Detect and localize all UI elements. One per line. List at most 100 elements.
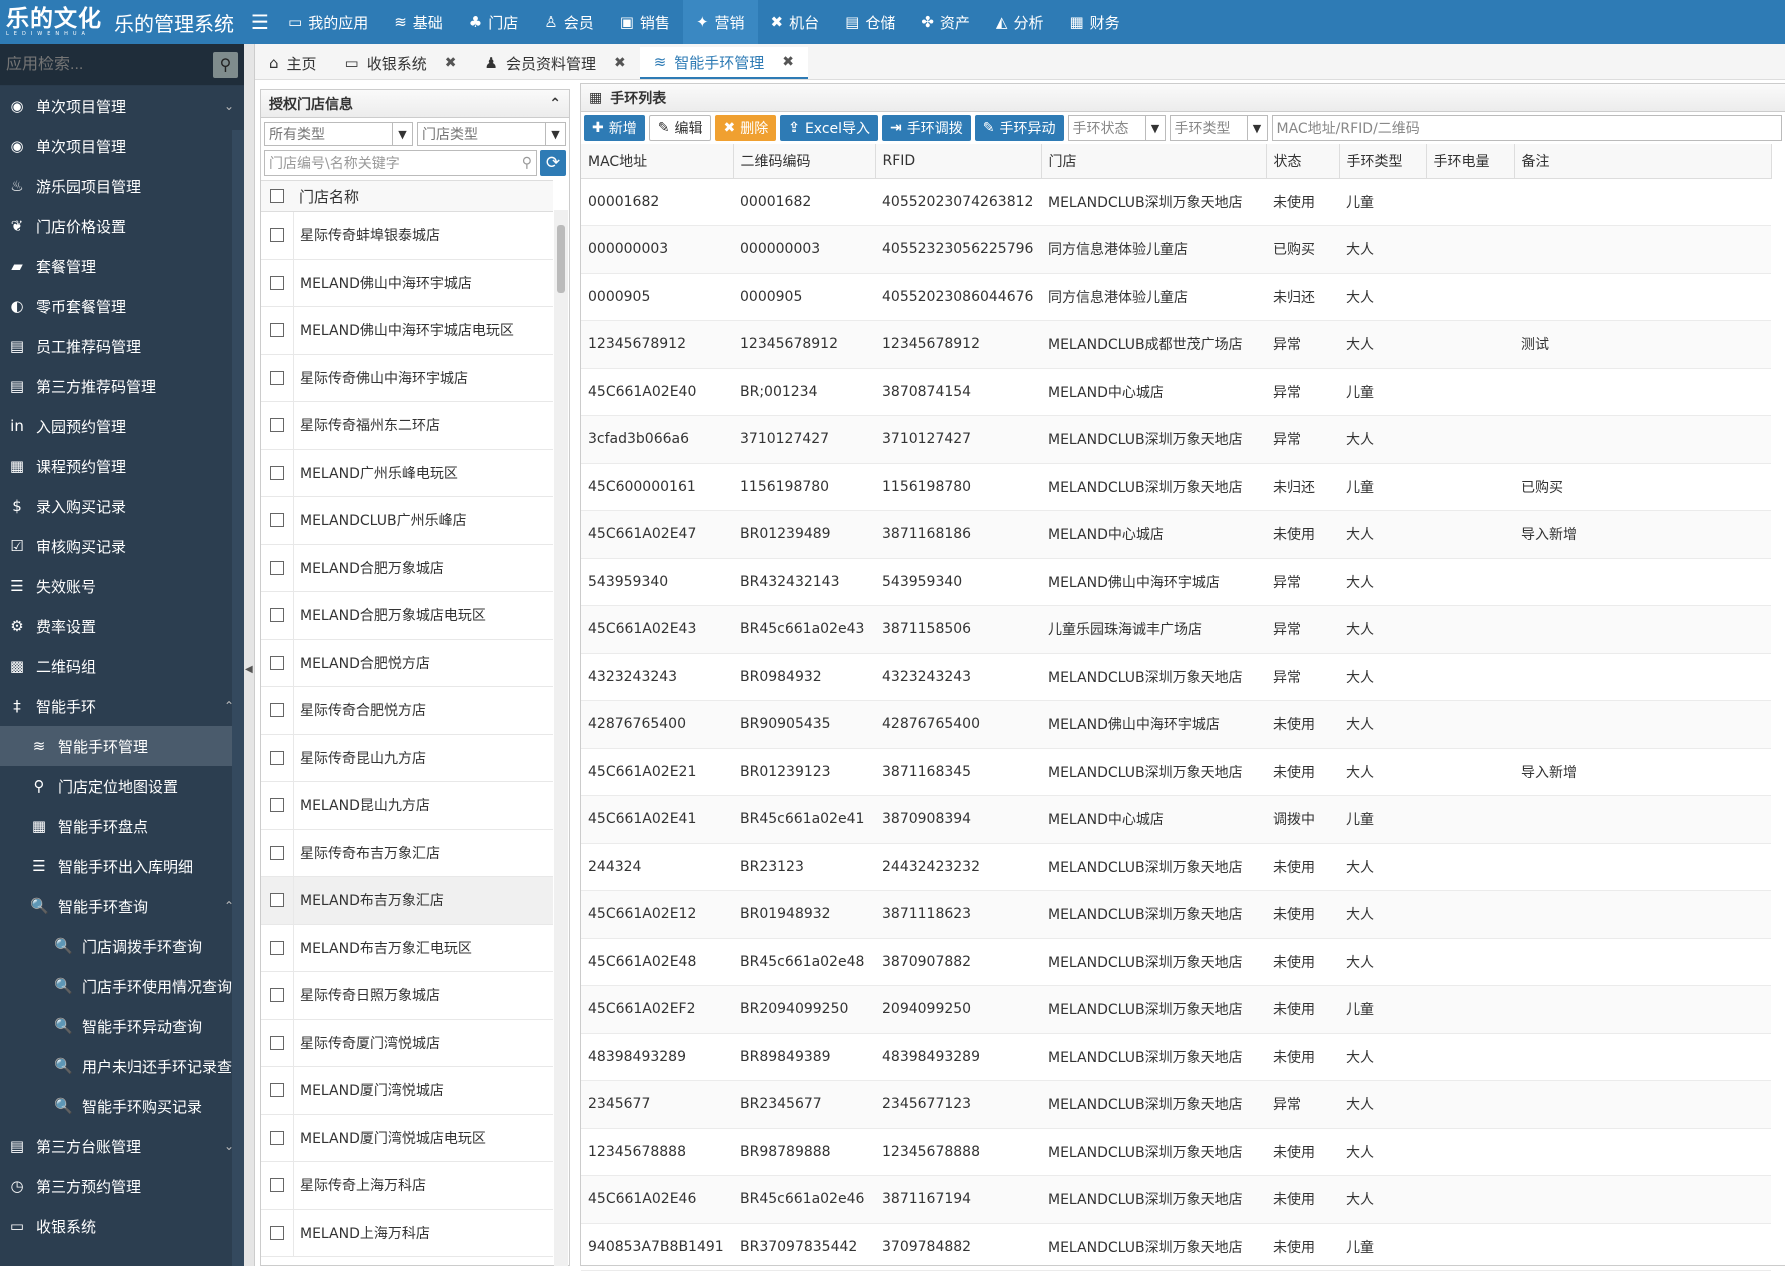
list-item[interactable]: MELAND广州乐峰电玩区 bbox=[261, 449, 553, 497]
list-item[interactable]: 星际传奇厦门湾悦城店 bbox=[261, 1019, 553, 1067]
store-search-input[interactable]: 门店编号\名称关键字 ⚲ bbox=[264, 150, 537, 176]
table-row[interactable]: 45C600000161 1156198780 1156198780 MELANDCL… bbox=[581, 463, 1771, 511]
close-icon[interactable]: ✖ bbox=[782, 54, 794, 70]
column-header[interactable]: 手环类型 bbox=[1339, 144, 1427, 179]
list-item[interactable]: 星际传奇昆山九方店 bbox=[261, 734, 553, 782]
store-checkbox[interactable] bbox=[261, 1130, 293, 1145]
table-row[interactable]: 12345678888 BR98789888 12345678888 MELANDCL… bbox=[581, 1128, 1771, 1176]
close-icon[interactable]: ✖ bbox=[445, 55, 457, 71]
store-checkbox[interactable] bbox=[261, 513, 293, 528]
sidebar-item-13[interactable]: ⚙ 费率设置 bbox=[0, 606, 244, 646]
table-row[interactable]: 2345677 BR2345677 2345677123 MELANDCLUB深圳万象… bbox=[581, 1080, 1771, 1129]
sidebar-item-16[interactable]: ≋ 智能手环管理 bbox=[0, 726, 244, 766]
table-row[interactable]: 3cfad3b066a6 3710127427 3710127427 MELANDCL… bbox=[581, 415, 1771, 464]
topnav-item-1[interactable]: ≋ 基础 bbox=[381, 0, 456, 44]
store-checkbox[interactable] bbox=[261, 750, 293, 765]
table-row[interactable]: 00001682 00001682 40552023074263812 MELANDC… bbox=[581, 178, 1771, 226]
store-checkbox[interactable] bbox=[261, 655, 293, 670]
table-row[interactable]: 45C661A02E40 BR;001234 3870874154 MELAND中心城… bbox=[581, 368, 1771, 416]
list-item[interactable]: MELAND佛山中海环宇城店 bbox=[261, 259, 553, 307]
topnav-item-9[interactable]: ◭ 分析 bbox=[983, 0, 1057, 44]
table-row[interactable]: 45C661A02E12 BR01948932 3871118623 MELANDCL… bbox=[581, 890, 1771, 939]
list-item[interactable]: 星际传奇合肥悦方店 bbox=[261, 687, 553, 735]
store-checkbox[interactable] bbox=[261, 370, 293, 385]
sidebar-item-2[interactable]: ♨ 游乐园项目管理 bbox=[0, 166, 244, 206]
table-row[interactable]: 45C661A02E21 BR01239123 3871168345 MELANDCL… bbox=[581, 748, 1771, 796]
sidebar-item-26[interactable]: ▤ 第三方台账管理 ⌄ bbox=[0, 1126, 244, 1166]
sidebar-item-0[interactable]: ◉ 单次项目管理 ⌄ bbox=[0, 86, 244, 126]
list-item[interactable]: MELAND昆山九方店 bbox=[261, 782, 553, 830]
sidebar-item-3[interactable]: ❦ 门店价格设置 bbox=[0, 206, 244, 246]
column-header[interactable]: 备注 bbox=[1514, 144, 1772, 179]
table-row[interactable]: 45C661A02E43 BR45c661a02e43 3871158506 儿童乐园… bbox=[581, 605, 1771, 654]
type-select[interactable]: 所有类型 ▼ bbox=[264, 122, 413, 146]
search-icon[interactable]: ⚲ bbox=[213, 51, 238, 78]
search-icon[interactable]: ⚲ bbox=[522, 155, 532, 171]
app-search-input[interactable] bbox=[6, 55, 213, 74]
chevron-up-icon[interactable]: ⌃ bbox=[549, 96, 561, 112]
topnav-item-3[interactable]: ♙ 会员 bbox=[531, 0, 606, 44]
list-item[interactable]: MELAND厦门湾悦城店 bbox=[261, 1067, 553, 1115]
column-header[interactable]: 门店 bbox=[1041, 144, 1267, 179]
table-row[interactable]: 12345678912 12345678912 12345678912 MELANDC… bbox=[581, 320, 1771, 369]
table-row[interactable]: 000000003 000000003 40552323056225796 同方信息港… bbox=[581, 225, 1771, 274]
store-list-scrollbar[interactable] bbox=[554, 210, 568, 1266]
sidebar-item-15[interactable]: ‡ 智能手环 ⌃ bbox=[0, 686, 244, 726]
sidebar-item-6[interactable]: ▤ 员工推荐码管理 bbox=[0, 326, 244, 366]
list-item[interactable]: MELAND合肥万象城店电玩区 bbox=[261, 592, 553, 640]
list-item[interactable]: 星际传奇布吉万象汇店 bbox=[261, 829, 553, 877]
sidebar-collapse-handle[interactable]: ◀ bbox=[244, 44, 255, 1266]
store-checkbox[interactable] bbox=[261, 323, 293, 338]
list-item[interactable]: MELAND布吉万象汇店 bbox=[261, 877, 553, 925]
list-item[interactable]: 星际传奇佛山中海环宇城店 bbox=[261, 354, 553, 402]
table-row[interactable]: 45C661A02E47 BR01239489 3871168186 MELAND中心… bbox=[581, 510, 1771, 559]
list-item[interactable]: MELAND厦门湾悦城店电玩区 bbox=[261, 1114, 553, 1162]
sidebar-item-12[interactable]: ☰ 失效账号 bbox=[0, 566, 244, 606]
tab-2[interactable]: ♟ 会员资料管理 ✖ bbox=[470, 47, 639, 79]
sidebar-item-5[interactable]: ◐ 零币套餐管理 bbox=[0, 286, 244, 326]
select-all-checkbox[interactable] bbox=[261, 189, 293, 203]
table-row[interactable]: 543959340 BR432432143 543959340 MELAND佛山中海环… bbox=[581, 558, 1771, 606]
tab-1[interactable]: ▭ 收银系统 ✖ bbox=[331, 47, 471, 79]
store-checkbox[interactable] bbox=[261, 1178, 293, 1193]
column-header[interactable]: 状态 bbox=[1266, 144, 1340, 179]
edit-button[interactable]: ✎ 编辑 bbox=[648, 115, 712, 141]
topnav-item-6[interactable]: ✖ 机台 bbox=[758, 0, 833, 44]
table-row[interactable]: 4323243243 BR0984932 4323243243 MELANDCLUB深… bbox=[581, 653, 1771, 701]
store-checkbox[interactable] bbox=[261, 228, 293, 243]
store-checkbox[interactable] bbox=[261, 465, 293, 480]
menu-toggle-icon[interactable]: ☰ bbox=[245, 10, 275, 34]
store-checkbox[interactable] bbox=[261, 703, 293, 718]
table-row[interactable]: 45C661A02E41 BR45c661a02e41 3870908394 MELA… bbox=[581, 795, 1771, 844]
refresh-icon[interactable]: ⟳ bbox=[540, 150, 566, 176]
excel-import-button[interactable]: ⇪ Excel导入 bbox=[780, 115, 879, 141]
list-item[interactable]: MELAND佛山中海环宇城店电玩区 bbox=[261, 307, 553, 355]
column-header[interactable]: MAC地址 bbox=[581, 144, 734, 179]
table-row[interactable]: 940853A7B8B1491 BR37097835442 3709784882 ME… bbox=[581, 1223, 1771, 1271]
sidebar-item-19[interactable]: ☰ 智能手环出入库明细 bbox=[0, 846, 244, 886]
sidebar-item-7[interactable]: ▤ 第三方推荐码管理 bbox=[0, 366, 244, 406]
column-header[interactable]: 二维码编码 bbox=[733, 144, 876, 179]
sidebar-item-1[interactable]: ◉ 单次项目管理 bbox=[0, 126, 244, 166]
sidebar-item-21[interactable]: 🔍 门店调拨手环查询 bbox=[0, 926, 244, 966]
list-item[interactable]: 星际传奇蚌埠银泰城店 bbox=[261, 212, 553, 260]
close-icon[interactable]: ✖ bbox=[614, 55, 626, 71]
store-checkbox[interactable] bbox=[261, 418, 293, 433]
status-select[interactable]: 手环状态 ▼ bbox=[1067, 115, 1166, 141]
table-row[interactable]: 0000905 0000905 40552023086044676 同方信息港体验儿童… bbox=[581, 273, 1771, 321]
store-checkbox[interactable] bbox=[261, 988, 293, 1003]
list-item[interactable]: MELANDCLUB广州乐峰店 bbox=[261, 497, 553, 545]
sidebar-item-28[interactable]: ▭ 收银系统 bbox=[0, 1206, 244, 1246]
store-checkbox[interactable] bbox=[261, 1225, 293, 1240]
store-checkbox[interactable] bbox=[261, 1083, 293, 1098]
store-checkbox[interactable] bbox=[261, 560, 293, 575]
band-type-select[interactable]: 手环类型 ▼ bbox=[1169, 115, 1268, 141]
sidebar-item-9[interactable]: ▦ 课程预约管理 bbox=[0, 446, 244, 486]
store-checkbox[interactable] bbox=[261, 893, 293, 908]
store-checkbox[interactable] bbox=[261, 1035, 293, 1050]
topnav-item-0[interactable]: ▭ 我的应用 bbox=[275, 0, 381, 44]
column-header[interactable]: RFID bbox=[875, 144, 1042, 179]
topnav-item-8[interactable]: ✤ 资产 bbox=[908, 0, 983, 44]
topnav-item-10[interactable]: ▦ 财务 bbox=[1056, 0, 1132, 44]
transfer-button[interactable]: ⇥ 手环调拨 bbox=[882, 115, 971, 141]
